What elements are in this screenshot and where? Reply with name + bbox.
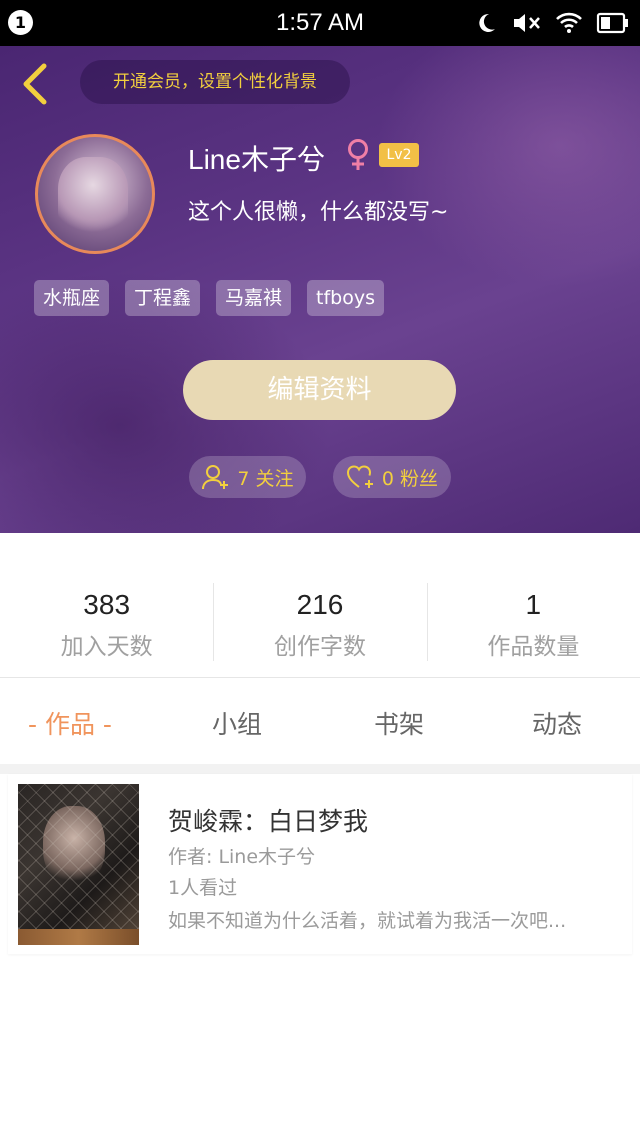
work-description: 如果不知道为什么活着，就试着为我活一次吧...	[168, 910, 567, 932]
tab-works[interactable]: - 作品 -	[28, 705, 112, 741]
female-gender-icon	[348, 139, 368, 170]
heart-plus-icon	[346, 465, 373, 488]
profile-header: 开通会员，设置个性化背景 Line木子兮 Lv2 这个人很懒，什么都没写~ 水瓶…	[0, 46, 640, 533]
tab-bar: - 作品 - 小组 书架 动态	[0, 678, 640, 764]
tag-item[interactable]: 丁程鑫	[125, 280, 201, 316]
stat-label: 创作字数	[273, 634, 366, 660]
stat-value: 216	[296, 589, 344, 620]
stat-words-written: 216 创作字数	[213, 533, 426, 676]
work-author: 作者: Line木子兮	[168, 846, 316, 868]
battery-icon	[596, 12, 630, 34]
tab-activity[interactable]: 动态	[532, 705, 582, 741]
stat-value: 1	[525, 589, 542, 620]
following-count: 7 关注	[237, 467, 294, 490]
tag-item[interactable]: 水瓶座	[34, 280, 110, 316]
work-views: 1人看过	[168, 877, 238, 899]
cover-plank	[18, 929, 139, 945]
stat-works-count: 1 作品数量	[426, 533, 640, 676]
avatar-image	[58, 157, 128, 237]
stat-value: 383	[83, 589, 131, 620]
tag-list: 水瓶座 丁程鑫 马嘉祺 tfboys	[34, 280, 385, 316]
stat-days-joined: 383 加入天数	[0, 533, 213, 676]
status-icons	[474, 10, 630, 36]
fans-count: 0 粉丝	[381, 467, 439, 490]
bio-text: 这个人很懒，什么都没写~	[188, 200, 449, 225]
stat-label: 作品数量	[487, 634, 580, 660]
wifi-icon	[556, 12, 582, 34]
work-cover-image[interactable]	[18, 784, 139, 945]
username: Line木子兮	[188, 144, 325, 175]
level-badge: Lv2	[379, 143, 419, 167]
tab-groups[interactable]: 小组	[212, 705, 262, 741]
user-add-icon	[202, 465, 229, 490]
fans-button[interactable]: 0 粉丝	[333, 456, 451, 498]
avatar[interactable]	[35, 134, 155, 254]
vip-background-prompt[interactable]: 开通会员，设置个性化背景	[80, 60, 350, 104]
cover-fence-pattern	[18, 784, 139, 945]
stat-label: 加入天数	[60, 634, 153, 660]
tab-bookshelf[interactable]: 书架	[374, 705, 424, 741]
chevron-left-icon	[23, 63, 47, 105]
section-separator	[0, 764, 640, 774]
stats-row: 383 加入天数 216 创作字数 1 作品数量	[0, 533, 640, 676]
following-button[interactable]: 7 关注	[189, 456, 306, 498]
work-list-item[interactable]: 贺峻霖：白日梦我 作者: Line木子兮 1人看过 如果不知道为什么活着，就试着…	[8, 774, 632, 954]
tag-item[interactable]: tfboys	[307, 280, 385, 316]
work-title[interactable]: 贺峻霖：白日梦我	[168, 802, 368, 838]
moon-icon	[474, 11, 498, 35]
edit-profile-button[interactable]: 编辑资料	[183, 360, 456, 420]
tag-item[interactable]: 马嘉祺	[216, 280, 292, 316]
back-button[interactable]	[18, 62, 52, 106]
mute-icon	[512, 11, 542, 35]
status-bar: 1 1:57 AM	[0, 0, 640, 46]
